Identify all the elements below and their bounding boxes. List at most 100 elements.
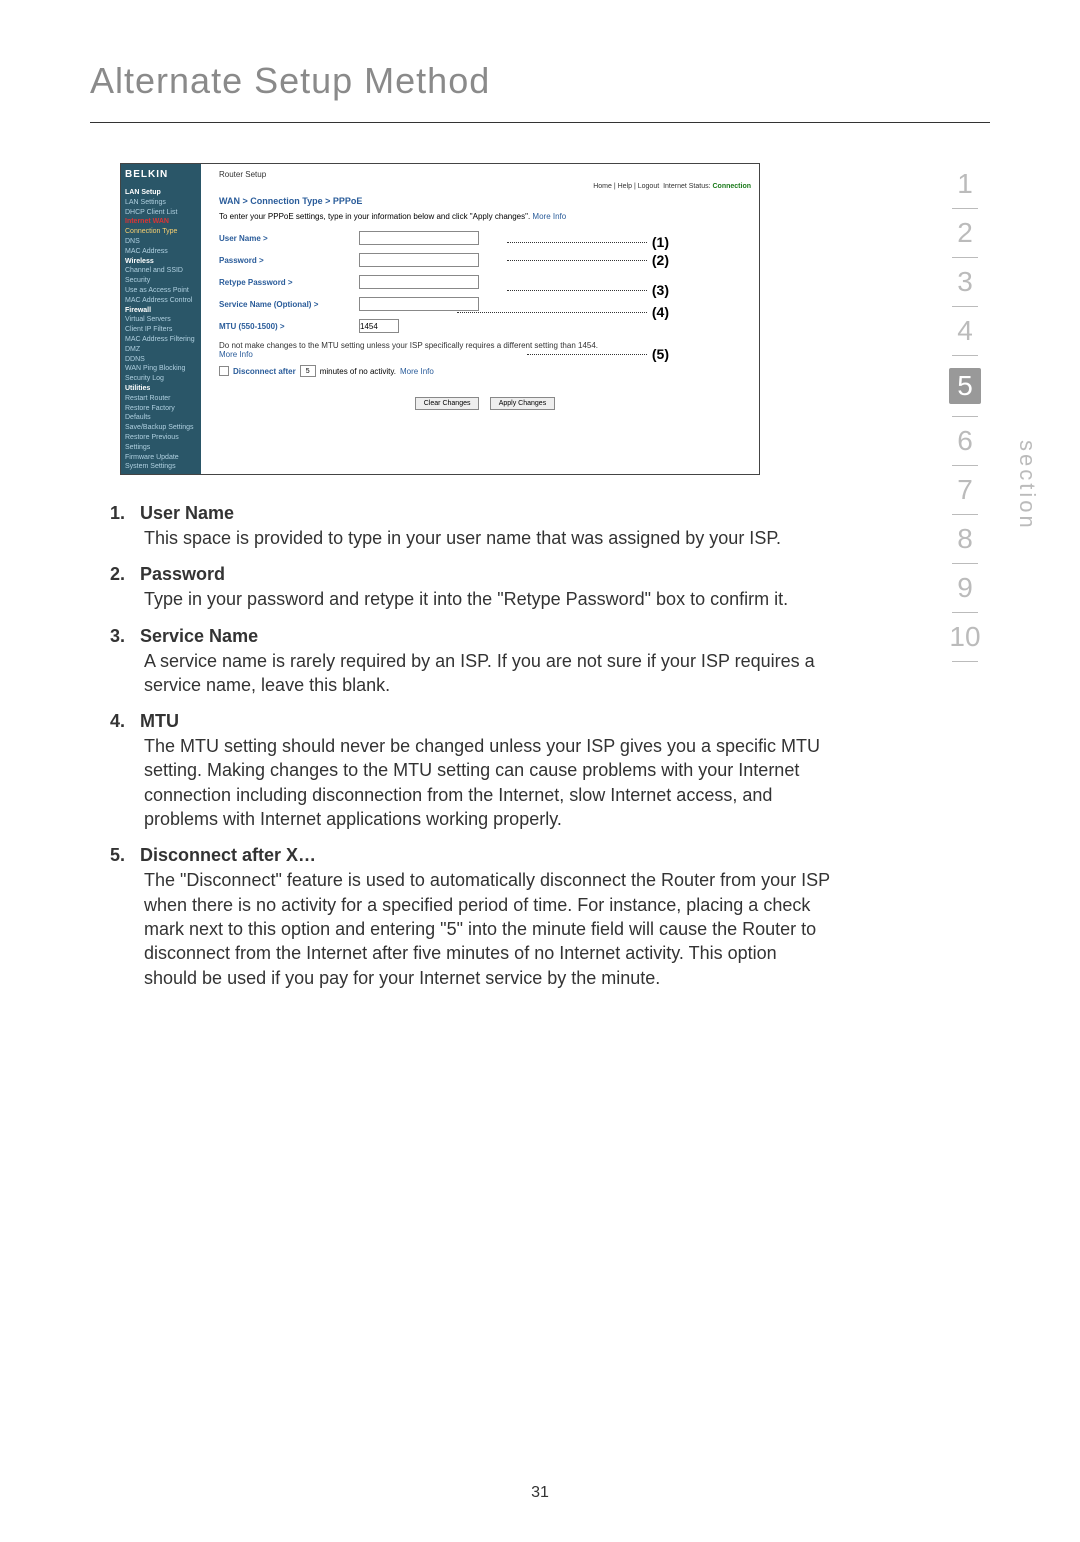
section-nav-3[interactable]: 3	[940, 266, 990, 298]
sidebar-item[interactable]: DNS	[125, 237, 197, 247]
mtu-note-text: Do not make changes to the MTU setting u…	[219, 341, 598, 350]
router-toplinks: Home | Help | Logout Internet Status: Co…	[219, 183, 751, 190]
mtu-note: Do not make changes to the MTU setting u…	[219, 341, 751, 359]
label-mtu: MTU (550-1500) >	[219, 322, 359, 331]
more-info-link[interactable]: More Info	[400, 367, 434, 376]
clear-changes-button[interactable]: Clear Changes	[415, 397, 480, 410]
nav-divider	[952, 208, 978, 209]
label-password: Password >	[219, 256, 359, 265]
sidebar-item[interactable]: System Settings	[125, 462, 197, 472]
label-service: Service Name (Optional) >	[219, 300, 359, 309]
sidebar-item[interactable]: MAC Address Control	[125, 296, 197, 306]
title-rule	[90, 122, 990, 123]
more-info-link[interactable]: More Info	[219, 350, 751, 359]
input-username[interactable]	[359, 231, 479, 245]
def-head: Disconnect after X…	[140, 845, 316, 865]
sidebar-item[interactable]: MAC Address Filtering	[125, 335, 197, 345]
callout-1: (1)	[652, 234, 669, 250]
callout-5: (5)	[652, 346, 669, 362]
disconnect-checkbox[interactable]	[219, 366, 229, 376]
router-title: Router Setup	[219, 170, 751, 179]
sidebar-item[interactable]: Security	[125, 276, 197, 286]
sidebar-item[interactable]: Virtual Servers	[125, 315, 197, 325]
link-home[interactable]: Home	[593, 183, 612, 190]
callout-3: (3)	[652, 282, 669, 298]
sidebar-item-connection-type[interactable]: Connection Type	[125, 227, 197, 237]
definition-disconnect: 5.Disconnect after X… The "Disconnect" f…	[110, 845, 830, 989]
disconnect-suffix: minutes of no activity.	[320, 367, 396, 376]
section-nav-5[interactable]: 5	[949, 368, 981, 404]
sidebar-item[interactable]: Restart Router	[125, 394, 197, 404]
input-service[interactable]	[359, 297, 479, 311]
definition-password: 2.Password Type in your password and ret…	[110, 564, 830, 611]
nav-divider	[952, 257, 978, 258]
def-head: MTU	[140, 711, 179, 731]
nav-divider	[952, 416, 978, 417]
section-nav-1[interactable]: 1	[940, 168, 990, 200]
row-username: User Name >	[219, 231, 751, 245]
sidebar-item[interactable]: DMZ	[125, 345, 197, 355]
section-nav-9[interactable]: 9	[940, 572, 990, 604]
section-nav-2[interactable]: 2	[940, 217, 990, 249]
input-retype[interactable]	[359, 275, 479, 289]
link-logout[interactable]: Logout	[638, 183, 659, 190]
callout-2: (2)	[652, 252, 669, 268]
status-label: Internet Status:	[663, 183, 710, 190]
more-info-link[interactable]: More Info	[532, 212, 566, 221]
sidebar-item[interactable]: Restore Factory Defaults	[125, 404, 197, 424]
sidebar-item[interactable]: Channel and SSID	[125, 266, 197, 276]
disconnect-label: Disconnect after	[233, 367, 296, 376]
def-body: The "Disconnect" feature is used to auto…	[144, 868, 830, 989]
row-retype: Retype Password >	[219, 275, 751, 289]
disconnect-minutes-input[interactable]	[300, 365, 316, 377]
sidebar-item[interactable]: DDNS	[125, 355, 197, 365]
page-title: Alternate Setup Method	[90, 60, 990, 102]
link-help[interactable]: Help	[618, 183, 632, 190]
instruction: To enter your PPPoE settings, type in yo…	[219, 212, 530, 221]
nav-divider	[952, 661, 978, 662]
nav-divider	[952, 306, 978, 307]
status-value: Connection	[713, 183, 752, 190]
nav-divider	[952, 612, 978, 613]
def-num: 3.	[110, 626, 140, 647]
definitions-list: 1.User Name This space is provided to ty…	[110, 503, 830, 990]
sidebar-item[interactable]: Firmware Update	[125, 453, 197, 463]
label-retype: Retype Password >	[219, 278, 359, 287]
router-sidebar: BELKIN LAN Setup LAN Settings DHCP Clien…	[121, 164, 201, 474]
section-label: section	[1014, 440, 1040, 531]
sidebar-group-firewall: Firewall	[125, 306, 197, 316]
sidebar-item[interactable]: Use as Access Point	[125, 286, 197, 296]
def-num: 5.	[110, 845, 140, 866]
belkin-logo: BELKIN	[125, 168, 197, 182]
definition-mtu: 4.MTU The MTU setting should never be ch…	[110, 711, 830, 831]
section-nav-8[interactable]: 8	[940, 523, 990, 555]
sidebar-item[interactable]: Security Log	[125, 374, 197, 384]
sidebar-item[interactable]: Restore Previous Settings	[125, 433, 197, 453]
sidebar-item[interactable]: MAC Address	[125, 247, 197, 257]
definition-username: 1.User Name This space is provided to ty…	[110, 503, 830, 550]
section-nav-6[interactable]: 6	[940, 425, 990, 457]
sidebar-item[interactable]: WAN Ping Blocking	[125, 364, 197, 374]
sidebar-item[interactable]: LAN Settings	[125, 198, 197, 208]
section-nav-4[interactable]: 4	[940, 315, 990, 347]
breadcrumb: WAN > Connection Type > PPPoE	[219, 196, 751, 206]
input-password[interactable]	[359, 253, 479, 267]
sidebar-group-lan: LAN Setup	[125, 188, 197, 198]
nav-divider	[952, 355, 978, 356]
sidebar-item[interactable]: Client IP Filters	[125, 325, 197, 335]
input-mtu[interactable]	[359, 319, 399, 333]
sidebar-item[interactable]: Save/Backup Settings	[125, 423, 197, 433]
section-nav-7[interactable]: 7	[940, 474, 990, 506]
section-nav-10[interactable]: 10	[940, 621, 990, 653]
row-mtu: MTU (550-1500) >	[219, 319, 751, 333]
apply-changes-button[interactable]: Apply Changes	[490, 397, 555, 410]
sidebar-item[interactable]: DHCP Client List	[125, 208, 197, 218]
row-disconnect: Disconnect after minutes of no activity.…	[219, 365, 751, 377]
sidebar-group-utilities: Utilities	[125, 384, 197, 394]
def-head: User Name	[140, 503, 234, 523]
def-body: This space is provided to type in your u…	[144, 526, 830, 550]
row-service: Service Name (Optional) >	[219, 297, 751, 311]
nav-divider	[952, 514, 978, 515]
router-screenshot: BELKIN LAN Setup LAN Settings DHCP Clien…	[120, 163, 760, 475]
def-num: 2.	[110, 564, 140, 585]
